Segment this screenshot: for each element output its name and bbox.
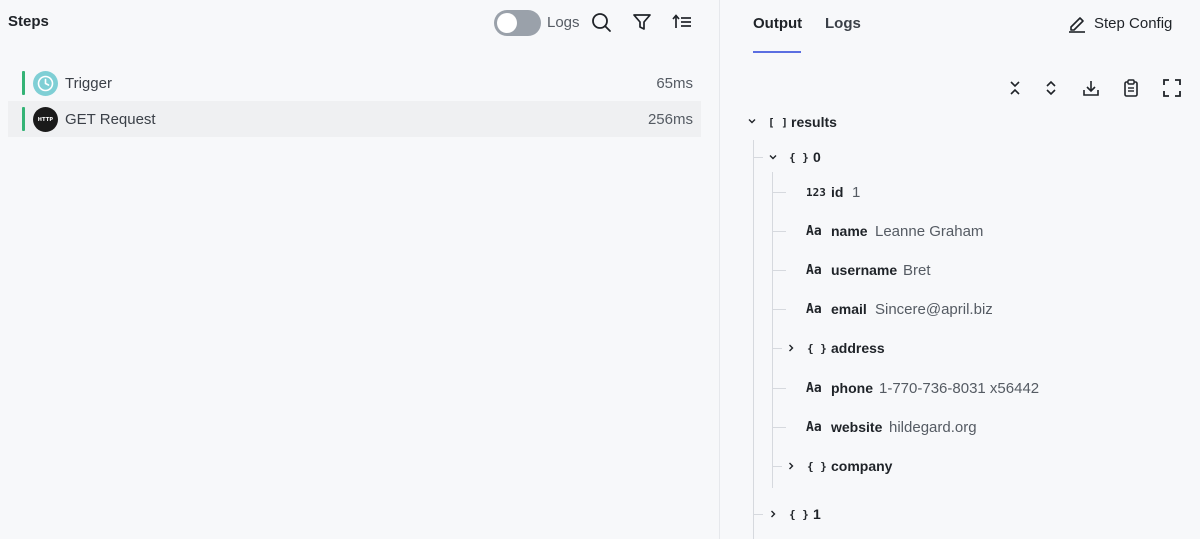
tab-logs[interactable]: Logs <box>825 15 861 32</box>
tree-value: Leanne Graham <box>875 223 984 240</box>
tree-value: 1-770-736-8031 x56442 <box>879 380 1040 397</box>
logs-toggle[interactable] <box>494 10 541 36</box>
string-type-icon: Aa <box>806 224 822 239</box>
chevron-down-icon[interactable] <box>746 115 758 127</box>
tree-value: hildegard.org <box>889 419 977 436</box>
steps-title: Steps <box>8 13 49 30</box>
active-tab-indicator <box>753 51 801 53</box>
tree-key-results: results <box>791 114 837 130</box>
step-status-bar <box>22 71 25 95</box>
tree-guide-line <box>753 140 754 539</box>
array-type-icon: [ ] <box>768 116 788 129</box>
step-config-button[interactable]: Step Config <box>1066 12 1172 36</box>
chevron-right-icon[interactable] <box>767 508 779 520</box>
tree-guide-line <box>772 172 773 488</box>
tree-key-index: 0 <box>813 149 821 165</box>
toggle-knob <box>497 13 517 33</box>
tree-key: username <box>831 262 898 278</box>
tree-key: website <box>831 419 883 435</box>
chevron-right-icon[interactable] <box>785 460 797 472</box>
collapse-all-icon[interactable] <box>1005 78 1025 98</box>
output-panel: Output Logs Step Config [ ] results { } … <box>721 0 1200 539</box>
tree-value: 1 <box>852 184 861 201</box>
clipboard-icon[interactable] <box>1121 78 1141 98</box>
string-type-icon: Aa <box>806 302 822 317</box>
logs-toggle-label: Logs <box>547 14 580 31</box>
step-row-get-request[interactable]: HTTP GET Request 256ms <box>8 101 701 137</box>
clock-icon <box>33 71 58 96</box>
string-type-icon: Aa <box>806 263 822 278</box>
tree-key: address <box>831 340 885 356</box>
step-duration: 256ms <box>647 111 693 128</box>
search-icon[interactable] <box>590 11 612 33</box>
step-name: Trigger <box>65 75 112 92</box>
step-name: GET Request <box>65 111 156 128</box>
number-type-icon: 123 <box>806 186 826 199</box>
tree-value: Sincere@april.biz <box>875 301 993 318</box>
tree-key: name <box>831 223 868 239</box>
string-type-icon: Aa <box>806 381 822 396</box>
tree-value: Bret <box>903 262 931 279</box>
expand-all-icon[interactable] <box>1041 78 1061 98</box>
tree-key: email <box>831 301 867 317</box>
tab-output[interactable]: Output <box>753 15 802 32</box>
tree-key: phone <box>831 380 873 396</box>
step-status-bar <box>22 107 25 131</box>
chevron-down-icon[interactable] <box>767 151 779 163</box>
object-type-icon: { } <box>789 508 809 521</box>
object-type-icon: { } <box>789 151 809 164</box>
tree-key-index: 1 <box>813 506 821 522</box>
sort-icon[interactable] <box>671 11 693 33</box>
string-type-icon: Aa <box>806 420 822 435</box>
fullscreen-icon[interactable] <box>1162 78 1182 98</box>
step-duration: 65ms <box>656 75 693 92</box>
tree-branch-line <box>753 157 763 158</box>
edit-icon <box>1069 17 1085 33</box>
tree-key: company <box>831 458 893 474</box>
step-row-trigger[interactable]: Trigger 65ms <box>8 65 701 101</box>
download-icon[interactable] <box>1081 78 1101 98</box>
http-icon: HTTP <box>33 107 58 132</box>
step-config-label: Step Config <box>1094 15 1173 32</box>
steps-panel: Steps Logs Trigger 65ms HTTP GET Request… <box>0 0 720 539</box>
steps-header: Steps Logs <box>0 0 720 46</box>
chevron-right-icon[interactable] <box>785 342 797 354</box>
object-type-icon: { } <box>807 342 827 355</box>
tree-key: id <box>831 184 844 200</box>
filter-icon[interactable] <box>631 11 653 33</box>
object-type-icon: { } <box>807 460 827 473</box>
